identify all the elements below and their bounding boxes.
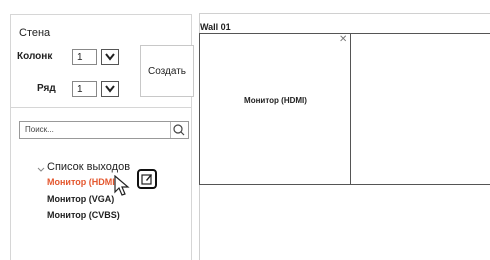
close-icon[interactable]: ✕ [339,34,347,45]
panel-title: Стена [19,27,51,39]
edit-icon [141,174,152,185]
chevron-down-icon [105,85,115,93]
outputs-root[interactable]: Список выходов [47,161,130,173]
wall-cell[interactable]: ✕ Монитор (HDMI) [200,34,351,184]
search-separator [170,122,171,138]
search-placeholder: Поиск... [25,125,54,134]
rows-label: Ряд [37,83,56,94]
wall-settings-panel: Стена Колонк 1 Ряд 1 Создать Поиск... Сп… [10,14,194,260]
columns-dropdown-button[interactable] [101,49,119,65]
create-button-label: Создать [147,65,186,77]
divider [11,107,191,108]
chevron-down-icon[interactable] [37,167,45,173]
wall-cell-label: Монитор (HDMI) [244,96,307,105]
search-input[interactable]: Поиск... [19,121,189,139]
columns-select[interactable]: 1 [72,49,97,65]
wall-grid: ✕ Монитор (HDMI) [199,33,490,185]
search-icon[interactable] [173,124,185,136]
create-button[interactable]: Создать [140,45,194,97]
edit-button[interactable] [137,169,157,189]
output-item-vga[interactable]: Монитор (VGA) [47,194,114,204]
rows-dropdown-button[interactable] [101,81,119,97]
wall-header-border [199,13,490,14]
wall-title: Wall 01 [200,22,231,32]
chevron-down-icon [105,53,115,61]
columns-label: Колонк [17,51,53,62]
output-item-hdmi[interactable]: Монитор (HDMI) [47,177,118,187]
rows-select[interactable]: 1 [72,81,97,97]
mouse-pointer-icon [114,175,130,196]
output-item-cvbs[interactable]: Монитор (CVBS) [47,210,120,220]
